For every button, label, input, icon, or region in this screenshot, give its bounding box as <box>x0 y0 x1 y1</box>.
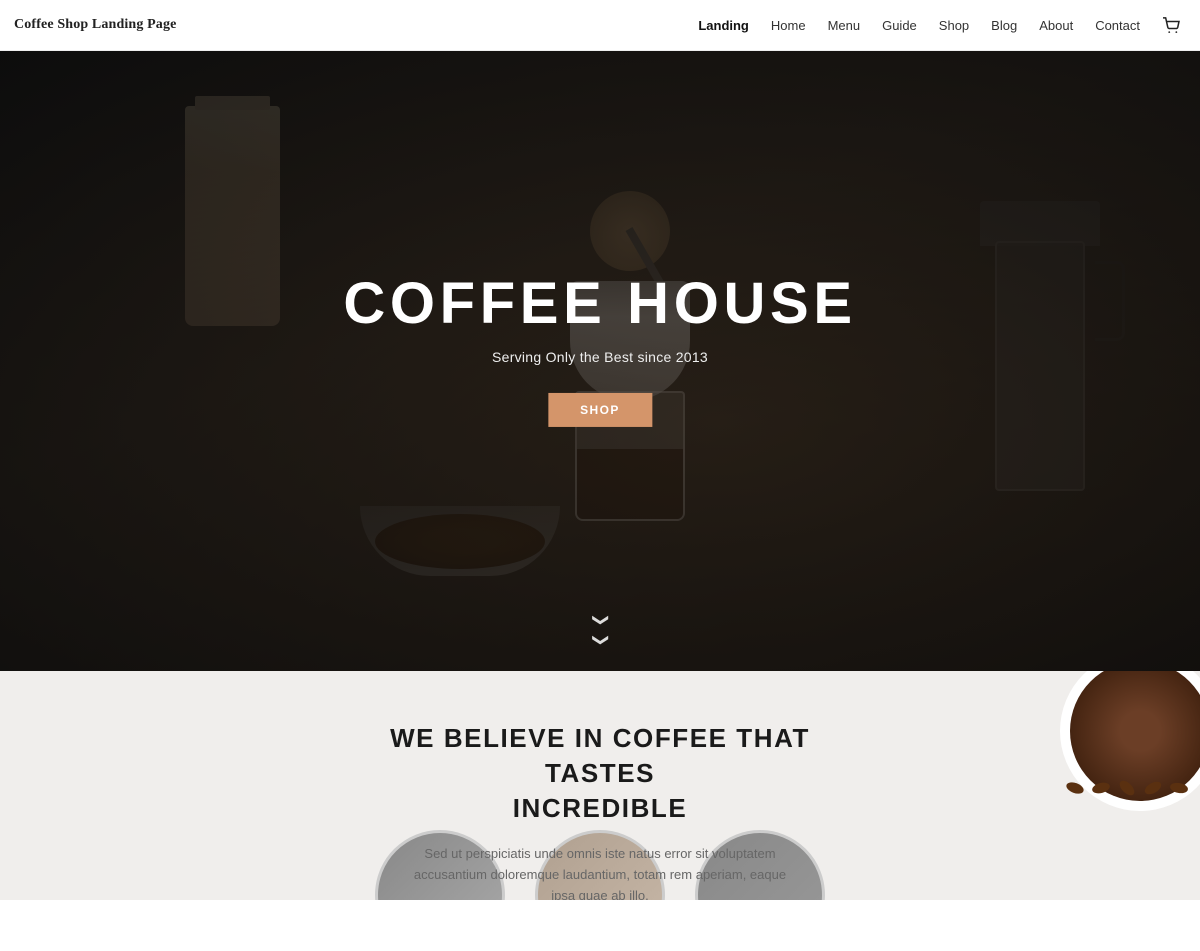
nav-item-contact[interactable]: Contact <box>1095 18 1140 33</box>
about-section: WE BELIEVE IN COFFEE THAT TASTES INCREDI… <box>0 671 1200 900</box>
section2-body: Sed ut perspiciatis unde omnis iste natu… <box>410 844 790 900</box>
nav-item-home[interactable]: Home <box>771 18 806 33</box>
nav-item-landing[interactable]: Landing <box>698 18 749 33</box>
nav-item-blog[interactable]: Blog <box>991 18 1017 33</box>
hero-subtitle: Serving Only the Best since 2013 <box>343 349 856 365</box>
main-nav: Landing Home Menu Guide Shop Blog About … <box>698 17 1180 33</box>
hero-content: COFFEE HOUSE Serving Only the Best since… <box>343 270 856 427</box>
nav-item-shop[interactable]: Shop <box>939 18 969 33</box>
hero-section: COFFEE HOUSE Serving Only the Best since… <box>0 51 1200 671</box>
beans-decoration <box>1010 671 1200 871</box>
section2-heading: WE BELIEVE IN COFFEE THAT TASTES INCREDI… <box>350 721 850 826</box>
site-title: Coffee Shop Landing Page <box>14 17 176 33</box>
shop-button[interactable]: SHOP <box>548 393 652 427</box>
nav-item-about[interactable]: About <box>1039 18 1073 33</box>
nav-item-guide[interactable]: Guide <box>882 18 917 33</box>
cart-icon[interactable] <box>1162 17 1180 33</box>
site-header: Coffee Shop Landing Page Landing Home Me… <box>0 0 1200 51</box>
nav-item-menu[interactable]: Menu <box>828 18 861 33</box>
beans-scattered <box>1064 781 1190 800</box>
scroll-down-icon[interactable]: ❯ ❯ <box>593 609 606 649</box>
hero-title: COFFEE HOUSE <box>343 270 856 337</box>
